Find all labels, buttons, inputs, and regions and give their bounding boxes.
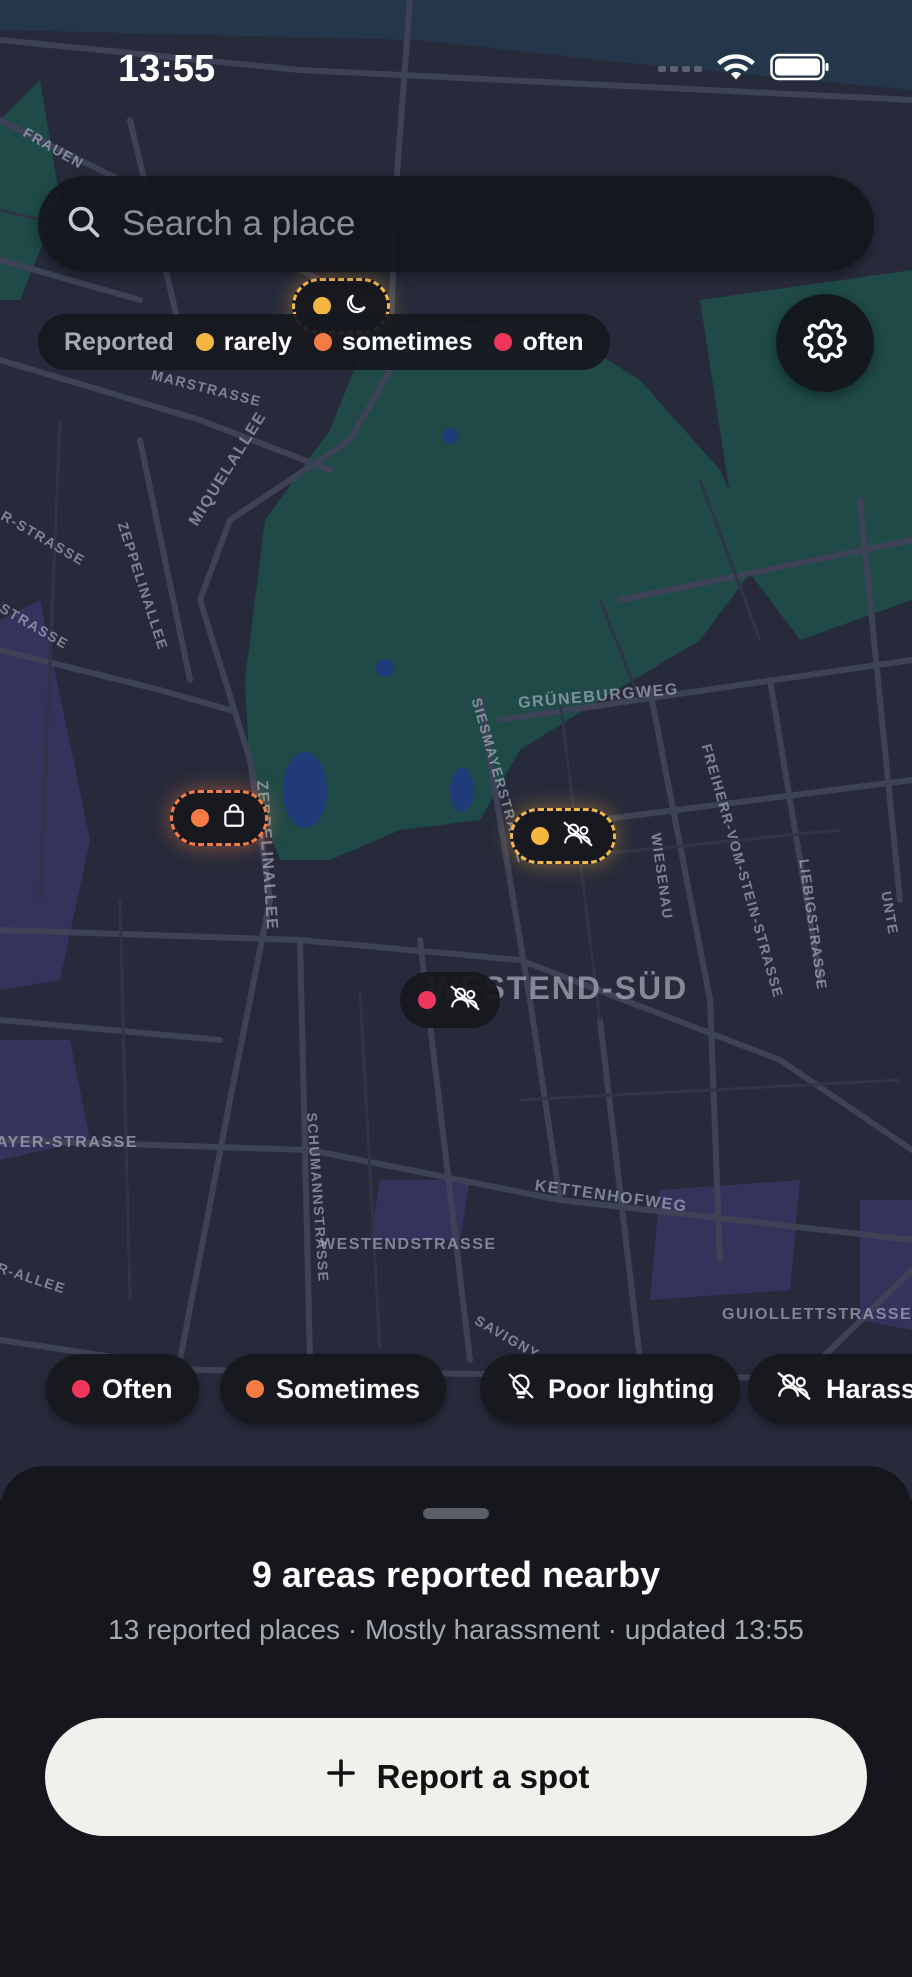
sheet-title: 9 areas reported nearby bbox=[251, 1554, 661, 1595]
report-spot-button[interactable]: Report a spot bbox=[45, 1718, 867, 1836]
severity-dot bbox=[531, 827, 549, 845]
sometimes-dot bbox=[246, 1380, 264, 1398]
search-bar[interactable]: Search a place bbox=[38, 176, 874, 272]
legend-item-label: often bbox=[522, 327, 584, 356]
status-bar: 13:55 bbox=[0, 0, 912, 130]
search-icon bbox=[66, 204, 102, 245]
legend-item-rarely: rarely bbox=[195, 327, 292, 357]
gear-icon bbox=[803, 318, 847, 368]
report-marker-often-harassment[interactable] bbox=[400, 972, 500, 1028]
harassment-icon bbox=[774, 1370, 814, 1409]
lightbulb-off-icon bbox=[506, 1370, 536, 1409]
filter-chip-sometimes[interactable]: Sometimes bbox=[220, 1354, 447, 1424]
settings-button[interactable] bbox=[776, 294, 874, 392]
wifi-icon bbox=[716, 52, 756, 87]
battery-icon bbox=[770, 52, 830, 87]
search-input[interactable]: Search a place bbox=[122, 204, 355, 244]
often-dot bbox=[72, 1380, 90, 1398]
filter-chip-harassment[interactable]: Harass bbox=[748, 1354, 912, 1424]
sometimes-dot bbox=[313, 333, 332, 351]
frequency-legend: Reported rarely sometimes often bbox=[38, 314, 610, 370]
status-time: 13:55 bbox=[118, 48, 216, 90]
legend-item-sometimes: sometimes bbox=[313, 327, 473, 357]
filter-chip-label: Harass bbox=[826, 1373, 912, 1404]
street-label: Ayer-Straße bbox=[0, 1134, 138, 1151]
filter-chip-often[interactable]: Often bbox=[46, 1354, 199, 1424]
bottom-sheet: 9 areas reported nearby 13 reported plac… bbox=[0, 1466, 912, 1977]
severity-dot bbox=[191, 809, 209, 827]
report-marker-sometimes-shopping[interactable] bbox=[170, 790, 268, 846]
report-marker-rarely-harassment[interactable] bbox=[510, 808, 616, 864]
status-icons bbox=[658, 52, 830, 87]
signal-icon bbox=[658, 61, 702, 79]
harassment-icon bbox=[561, 820, 595, 853]
severity-dot bbox=[418, 991, 436, 1009]
legend-title: Reported bbox=[64, 327, 174, 356]
street-label: Guiollettstraße bbox=[722, 1306, 912, 1323]
sheet-drag-handle[interactable] bbox=[423, 1508, 489, 1519]
rarely-dot bbox=[195, 333, 214, 351]
legend-item-label: rarely bbox=[223, 327, 292, 356]
harassment-icon bbox=[448, 984, 482, 1017]
filter-chips: Often Sometimes Poor lighting Harass bbox=[0, 1354, 912, 1426]
sheet-subtitle: 13 reported places · Mostly harassment ·… bbox=[108, 1614, 804, 1645]
filter-chip-label: Sometimes bbox=[276, 1373, 421, 1404]
report-spot-label: Report a spot bbox=[376, 1758, 590, 1795]
legend-item-often: often bbox=[494, 327, 584, 357]
severity-dot bbox=[313, 297, 331, 315]
filter-chip-label: Poor lighting bbox=[548, 1373, 715, 1404]
legend-item-label: sometimes bbox=[341, 327, 473, 356]
street-label: Westendstraße bbox=[320, 1236, 497, 1253]
often-dot bbox=[494, 333, 513, 351]
plus-icon bbox=[323, 1755, 359, 1799]
filter-chip-label: Often bbox=[102, 1373, 173, 1404]
shopping-bag-icon bbox=[221, 803, 247, 834]
filter-chip-poor-lighting[interactable]: Poor lighting bbox=[480, 1354, 741, 1424]
